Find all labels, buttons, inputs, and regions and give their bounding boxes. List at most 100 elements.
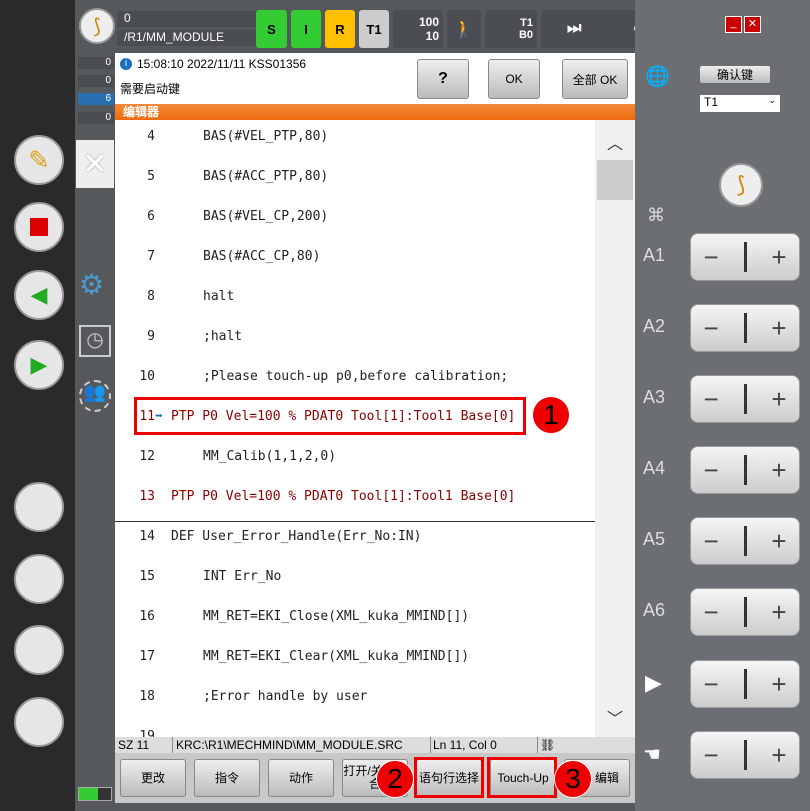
editor-scrollbar[interactable]: ︿ ﹀ <box>595 120 635 737</box>
line-number: 17 <box>139 649 155 664</box>
run-forward-button[interactable]: ▶ <box>14 340 64 390</box>
ok-button[interactable]: OK <box>488 59 540 99</box>
minus-icon[interactable]: − <box>703 597 718 628</box>
mode-select[interactable]: T1 ⌄ <box>700 95 780 112</box>
override-display[interactable]: 100 10 <box>393 10 443 48</box>
plus-icon[interactable]: + <box>771 526 786 557</box>
plus-icon[interactable]: + <box>771 313 786 344</box>
motion-button[interactable]: 动作 <box>268 759 334 797</box>
line-text: BAS(#VEL_PTP,80) <box>203 129 329 144</box>
drive-status[interactable]: I <box>291 10 321 48</box>
line-number: 18 <box>139 689 155 704</box>
plus-icon[interactable]: + <box>771 669 786 700</box>
minus-icon[interactable]: − <box>703 740 718 771</box>
softkey-3[interactable] <box>14 625 64 675</box>
program-path: /R1/MM_MODULE <box>117 30 272 46</box>
line-text: BAS(#ACC_PTP,80) <box>203 169 329 184</box>
line-number: 9 <box>147 329 155 344</box>
minus-icon[interactable]: − <box>703 455 718 486</box>
skip-forward-icon: ⏭ <box>567 20 582 37</box>
line-text: halt <box>203 289 235 304</box>
clock-icon[interactable]: ◷ <box>79 325 111 357</box>
info-icon: i <box>120 58 132 70</box>
minus-icon[interactable]: − <box>703 242 718 273</box>
minus-icon[interactable]: − <box>703 313 718 344</box>
help-button[interactable]: ? <box>417 59 469 99</box>
divider <box>743 597 747 627</box>
status-bar: SZ 11 KRC:\R1\MECHMIND\MM_MODULE.SRC Ln … <box>115 737 635 753</box>
line-number: 4 <box>147 129 155 144</box>
softkey-2[interactable] <box>14 554 64 604</box>
jog-key[interactable]: − + <box>690 660 800 708</box>
scroll-up-icon[interactable]: ︿ <box>607 130 623 154</box>
walking-person-icon[interactable]: 🚶 <box>447 10 481 48</box>
jog-key[interactable]: − + <box>690 375 800 423</box>
line-text: ;Error handle by user <box>203 689 368 704</box>
softkey-1[interactable] <box>14 482 64 532</box>
all-ok-button[interactable]: 全部 OK <box>562 59 628 99</box>
jog-key[interactable]: − + <box>690 304 800 352</box>
plus-icon[interactable]: + <box>771 455 786 486</box>
submit-status[interactable]: S <box>256 10 287 48</box>
warning-count[interactable]: 0 <box>78 75 114 87</box>
coordinate-system-icon[interactable]: ⌘ <box>647 205 665 226</box>
line-text: BAS(#VEL_CP,200) <box>203 209 329 224</box>
plus-icon[interactable]: + <box>771 384 786 415</box>
jog-key[interactable]: − + <box>690 731 800 779</box>
divider <box>743 313 747 343</box>
close-editor-button[interactable]: ✕ <box>76 140 114 188</box>
divider <box>743 740 747 770</box>
gear-icon[interactable]: ⚙ <box>79 268 104 301</box>
message-window: i 15:08:10 2022/11/11 KSS01356 需要启动键 ? O… <box>115 53 635 104</box>
stop-icon <box>30 218 48 236</box>
minimize-icon[interactable]: _ <box>725 16 742 33</box>
left-hardkey-panel: ✎ ◀ ▶ <box>0 0 75 811</box>
minus-icon[interactable]: − <box>703 526 718 557</box>
line-number: 8 <box>147 289 155 304</box>
scroll-down-icon[interactable]: ﹀ <box>607 705 623 729</box>
axis-label: A3 <box>643 387 666 407</box>
line-text: BAS(#ACC_CP,80) <box>203 249 321 264</box>
base-label: B0 <box>518 29 533 41</box>
minus-icon[interactable]: − <box>703 669 718 700</box>
user-group-icon[interactable]: 👥 <box>79 380 111 412</box>
scroll-thumb[interactable] <box>597 160 633 200</box>
minus-icon[interactable]: − <box>703 384 718 415</box>
line-text: ;halt <box>203 329 243 344</box>
jog-key[interactable]: − + <box>690 446 800 494</box>
line-text: MM_RET=EKI_Close(XML_kuka_MMIND[]) <box>203 609 470 624</box>
info-count[interactable]: 6 <box>78 93 114 105</box>
error-count[interactable]: 0 <box>78 57 114 69</box>
edit-pencil-button[interactable]: ✎ <box>14 135 64 185</box>
chevron-down-icon: ⌄ <box>768 95 776 105</box>
change-button[interactable]: 更改 <box>120 759 186 797</box>
close-icon[interactable]: ✕ <box>744 16 761 33</box>
plus-icon[interactable]: + <box>771 740 786 771</box>
robot-logo-icon[interactable]: ⟆ <box>79 8 115 44</box>
callout-badge-3: 3 <box>554 760 592 798</box>
dialog-count[interactable]: 0 <box>78 112 114 124</box>
plus-icon[interactable]: + <box>771 242 786 273</box>
jog-key[interactable]: − + <box>690 233 800 281</box>
hand-icon: ☚ <box>643 744 661 766</box>
jog-key[interactable]: − + <box>690 588 800 636</box>
robot-jog-icon[interactable]: ⟆ <box>719 163 763 207</box>
stop-button[interactable] <box>14 202 64 252</box>
confirm-key-button[interactable]: 确认键 <box>700 66 770 83</box>
play-icon: ▶ <box>645 670 662 695</box>
robot-interpreter-status[interactable]: R <box>325 10 355 48</box>
play-backward-icon: ◀ <box>30 282 48 307</box>
line-number: 12 <box>139 449 155 464</box>
tool-label: T1 <box>520 17 533 29</box>
plus-icon[interactable]: + <box>771 597 786 628</box>
operating-mode[interactable]: T1 <box>359 10 389 48</box>
tool-base-display[interactable]: T1 B0 <box>485 10 537 48</box>
globe-icon[interactable]: 🌐 <box>645 64 670 89</box>
run-backward-button[interactable]: ◀ <box>14 270 64 320</box>
line-number: 5 <box>147 169 155 184</box>
softkey-4[interactable] <box>14 697 64 747</box>
command-button[interactable]: 指令 <box>194 759 260 797</box>
program-line: 0 <box>117 11 272 27</box>
jog-key[interactable]: − + <box>690 517 800 565</box>
highlight-line-select <box>414 757 484 798</box>
